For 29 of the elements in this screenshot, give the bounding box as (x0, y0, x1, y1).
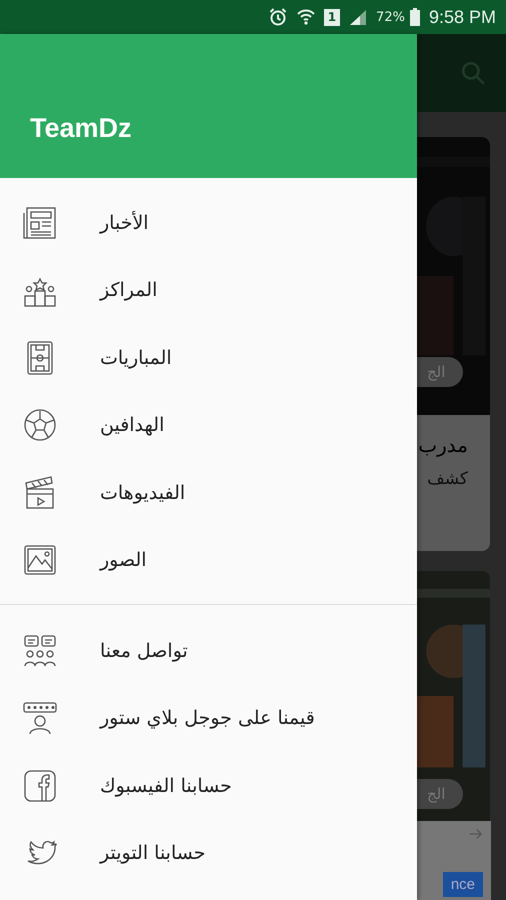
chat-icon (22, 632, 58, 669)
menu-item[interactable]: الهدافين (0, 392, 417, 459)
article-title: مدرب (418, 433, 468, 457)
search-icon[interactable] (460, 60, 486, 86)
rating-icon (22, 700, 58, 736)
menu-item[interactable]: الفيديوهات (0, 459, 417, 526)
clock-time: 9:58 PM (428, 6, 496, 28)
arrow-icon (469, 827, 483, 841)
menu-item[interactable]: حسابنا الفيسبوك (0, 752, 417, 820)
menu-item[interactable]: حسابنا التويتر (0, 820, 417, 887)
alarm-icon (268, 7, 288, 27)
menu-item[interactable]: الصور (0, 526, 417, 594)
sim-badge: 1 (324, 8, 340, 26)
battery-percent: 72% (376, 10, 405, 24)
ad-banner[interactable]: nce (417, 821, 491, 900)
signal-icon (348, 7, 368, 27)
menu-item[interactable]: الأخبار (0, 189, 417, 256)
menu-item[interactable]: المراكز (0, 256, 417, 324)
menu-item[interactable]: تواصل معنا (0, 617, 417, 684)
ad-button[interactable]: nce (442, 872, 483, 897)
wifi-icon (296, 7, 316, 27)
newspaper-icon (22, 204, 58, 241)
battery-icon (408, 7, 421, 27)
menu-item[interactable]: المباريات (0, 324, 417, 392)
facebook-icon (22, 768, 58, 804)
menu-item[interactable]: قيمنا على جوجل بلاي ستور (0, 684, 417, 752)
soccer-ball-icon (22, 407, 58, 444)
app-title: TeamDz (30, 113, 132, 144)
article-subtitle: كشف (427, 469, 468, 489)
